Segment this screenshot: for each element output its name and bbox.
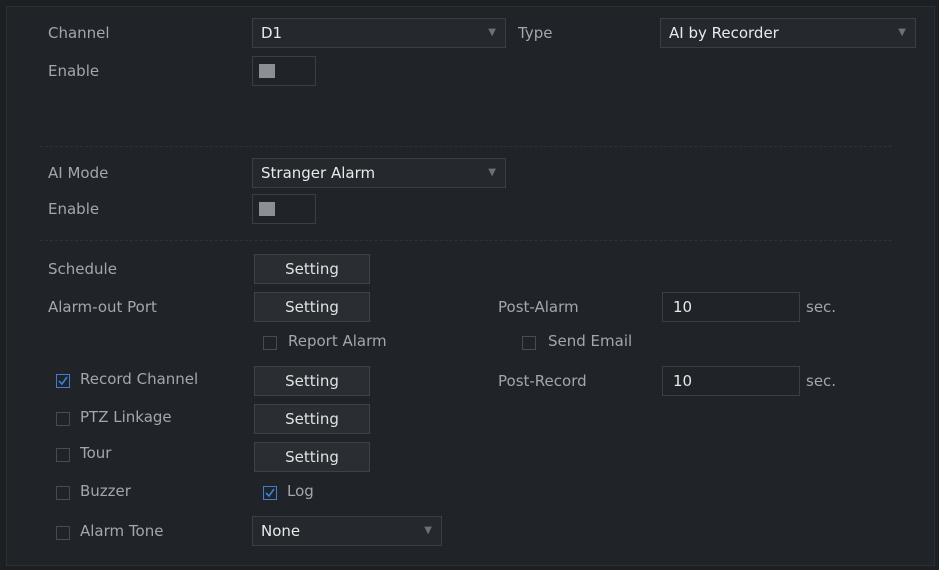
ptz-linkage-checkbox[interactable] (56, 412, 70, 426)
ai-mode-select[interactable]: Stranger Alarm ▼ (252, 158, 506, 188)
alarm-tone-value: None (261, 522, 301, 540)
schedule-setting-button[interactable]: Setting (254, 254, 370, 284)
tour-setting-button[interactable]: Setting (254, 442, 370, 472)
chevron-down-icon: ▼ (424, 525, 432, 536)
record-channel-setting-button[interactable]: Setting (254, 366, 370, 396)
post-alarm-label: Post-Alarm (498, 298, 579, 316)
type-select[interactable]: AI by Recorder ▼ (660, 18, 916, 48)
post-record-unit: sec. (806, 372, 837, 390)
enable-mode-label: Enable (48, 200, 100, 218)
type-value: AI by Recorder (669, 24, 779, 42)
send-email-checkbox[interactable] (522, 336, 536, 350)
log-label: Log (287, 482, 314, 500)
alarm-out-setting-button[interactable]: Setting (254, 292, 370, 322)
enable-toggle[interactable] (252, 56, 316, 86)
channel-select[interactable]: D1 ▼ (252, 18, 506, 48)
post-alarm-unit: sec. (806, 298, 837, 316)
alarm-tone-label: Alarm Tone (80, 522, 164, 540)
post-record-label: Post-Record (498, 372, 587, 390)
buzzer-label: Buzzer (80, 482, 131, 500)
chevron-down-icon: ▼ (898, 27, 906, 38)
alarm-out-port-label: Alarm-out Port (48, 298, 157, 316)
ptz-linkage-setting-button[interactable]: Setting (254, 404, 370, 434)
type-label: Type (518, 24, 553, 42)
enable-mode-toggle[interactable] (252, 194, 316, 224)
ai-mode-value: Stranger Alarm (261, 164, 376, 182)
ptz-linkage-label: PTZ Linkage (80, 408, 172, 426)
ai-alarm-settings-panel (6, 6, 935, 566)
section-divider (40, 146, 892, 147)
record-channel-checkbox[interactable] (56, 374, 70, 388)
report-alarm-label: Report Alarm (288, 332, 387, 350)
send-email-label: Send Email (548, 332, 633, 350)
channel-label: Channel (48, 24, 110, 42)
buzzer-checkbox[interactable] (56, 486, 70, 500)
log-checkbox[interactable] (263, 486, 277, 500)
chevron-down-icon: ▼ (488, 167, 496, 178)
checkmark-icon (58, 376, 68, 386)
channel-value: D1 (261, 24, 283, 42)
ai-mode-label: AI Mode (48, 164, 109, 182)
toggle-knob (259, 202, 275, 216)
alarm-tone-checkbox[interactable] (56, 526, 70, 540)
section-divider (40, 240, 892, 241)
record-channel-label: Record Channel (80, 370, 199, 388)
report-alarm-checkbox[interactable] (263, 336, 277, 350)
tour-checkbox[interactable] (56, 448, 70, 462)
tour-label: Tour (80, 444, 112, 462)
checkmark-icon (265, 488, 275, 498)
schedule-label: Schedule (48, 260, 117, 278)
post-record-input[interactable]: 10 (662, 366, 800, 396)
post-alarm-input[interactable]: 10 (662, 292, 800, 322)
enable-label: Enable (48, 62, 100, 80)
alarm-tone-select[interactable]: None ▼ (252, 516, 442, 546)
toggle-knob (259, 64, 275, 78)
chevron-down-icon: ▼ (488, 27, 496, 38)
